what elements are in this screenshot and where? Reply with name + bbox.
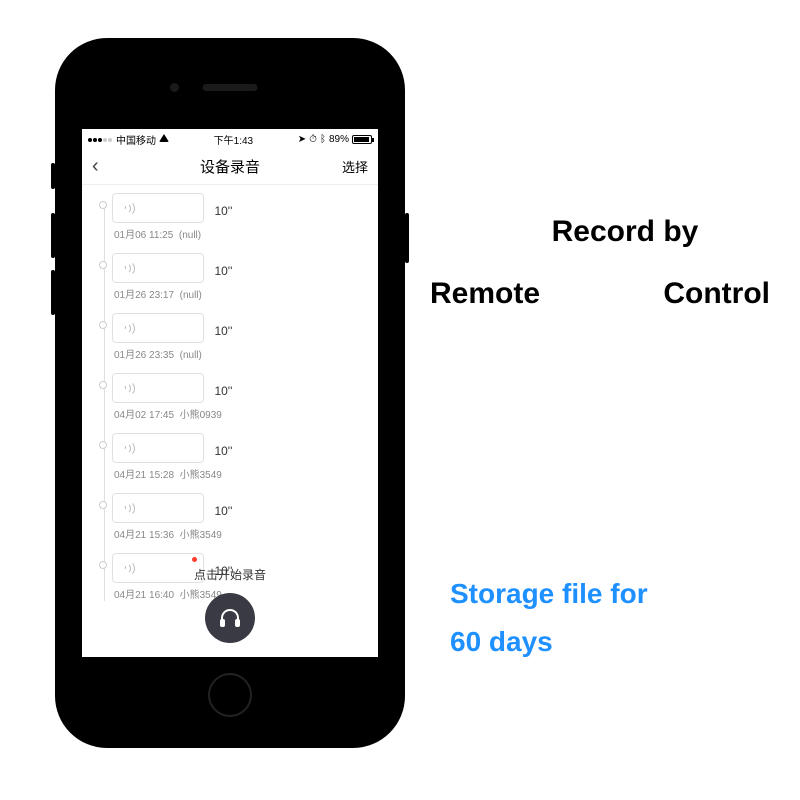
sound-wave-icon	[121, 441, 135, 455]
author: (null)	[180, 290, 202, 301]
nav-bar: ‹ 设备录音 选择	[82, 149, 378, 185]
footer: 点击开始录音	[82, 566, 378, 657]
list-item[interactable]: 10'' 04月21 15:36 小熊3549	[100, 493, 378, 541]
author: 小熊3549	[180, 530, 222, 541]
promo-text: Record by Remote Control	[430, 215, 780, 311]
timestamp: 01月06 11:25	[114, 230, 173, 241]
signal-icon	[88, 134, 113, 145]
list-item[interactable]: 10'' 04月21 15:28 小熊3549	[100, 433, 378, 481]
author: 小熊3549	[180, 470, 222, 481]
page-title: 设备录音	[200, 156, 260, 177]
duration: 10''	[214, 444, 232, 458]
start-record-button[interactable]	[205, 593, 255, 643]
audio-bubble[interactable]	[112, 193, 204, 223]
promo-word-control: Control	[663, 277, 770, 311]
duration: 10''	[214, 204, 232, 218]
audio-bubble[interactable]	[112, 253, 204, 283]
audio-bubble[interactable]	[112, 493, 204, 523]
carrier-label: 中国移动	[116, 132, 156, 147]
timeline-dot	[99, 321, 107, 329]
speaker-grille	[203, 84, 258, 91]
author: (null)	[179, 230, 201, 241]
timestamp: 04月21 15:28	[114, 470, 174, 481]
alarm-icon: ⏱	[309, 134, 317, 145]
timeline-dot	[99, 381, 107, 389]
audio-bubble[interactable]	[112, 313, 204, 343]
home-button	[208, 673, 252, 717]
timeline-dot	[99, 501, 107, 509]
screen: 中国移动 下午1:43 ➤ ⏱ ᛒ 89% ‹ 设备录音 选择	[82, 129, 378, 657]
power-button	[405, 213, 409, 263]
storage-line2: 60 days	[450, 618, 648, 666]
author: (null)	[180, 350, 202, 361]
timestamp: 01月26 23:35	[114, 350, 174, 361]
author: 小熊0939	[180, 410, 222, 421]
battery-percent: 89%	[329, 134, 349, 145]
list-item[interactable]: 10'' 01月26 23:17 (null)	[100, 253, 378, 301]
sound-wave-icon	[121, 261, 135, 275]
unread-badge	[192, 557, 197, 562]
timeline-dot	[99, 261, 107, 269]
duration: 10''	[214, 264, 232, 278]
promo-word-remote: Remote	[430, 277, 540, 311]
promo-line1: Record by	[430, 215, 780, 249]
sound-wave-icon	[121, 381, 135, 395]
list-item[interactable]: 10'' 01月06 11:25 (null)	[100, 193, 378, 241]
wifi-icon	[159, 134, 169, 145]
volume-up-button	[51, 213, 55, 258]
battery-icon	[352, 135, 372, 144]
select-button[interactable]: 选择	[338, 157, 368, 176]
timestamp: 04月02 17:45	[114, 410, 174, 421]
audio-bubble[interactable]	[112, 433, 204, 463]
back-button[interactable]: ‹	[92, 155, 122, 178]
list-item[interactable]: 10'' 04月02 17:45 小熊0939	[100, 373, 378, 421]
timestamp: 01月26 23:17	[114, 290, 174, 301]
duration: 10''	[214, 504, 232, 518]
sound-wave-icon	[121, 321, 135, 335]
timeline-dot	[99, 441, 107, 449]
record-hint: 点击开始录音	[82, 566, 378, 583]
headphone-icon	[219, 607, 241, 629]
status-bar: 中国移动 下午1:43 ➤ ⏱ ᛒ 89%	[82, 129, 378, 149]
bluetooth-icon: ᛒ	[320, 134, 326, 145]
duration: 10''	[214, 324, 232, 338]
recording-list: 10'' 01月06 11:25 (null) 10'' 01月26 23:17…	[82, 185, 378, 601]
duration: 10''	[214, 384, 232, 398]
storage-text: Storage file for 60 days	[450, 570, 648, 665]
volume-down-button	[51, 270, 55, 315]
front-camera	[170, 83, 179, 92]
storage-line1: Storage file for	[450, 570, 648, 618]
list-item[interactable]: 10'' 01月26 23:35 (null)	[100, 313, 378, 361]
sound-wave-icon	[121, 201, 135, 215]
location-icon: ➤	[298, 134, 306, 145]
mute-switch	[51, 163, 55, 189]
timestamp: 04月21 15:36	[114, 530, 174, 541]
clock: 下午1:43	[214, 132, 253, 147]
timeline-dot	[99, 201, 107, 209]
phone-frame: 中国移动 下午1:43 ➤ ⏱ ᛒ 89% ‹ 设备录音 选择	[55, 38, 405, 748]
sound-wave-icon	[121, 501, 135, 515]
audio-bubble[interactable]	[112, 373, 204, 403]
